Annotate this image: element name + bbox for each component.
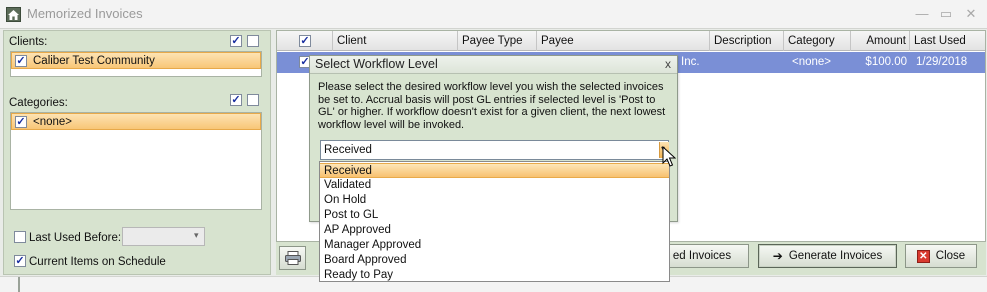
title-bar: Memorized Invoices — ▭ ✕ [0, 0, 987, 29]
chevron-down-icon: ▾ [194, 230, 199, 240]
close-x-icon: ✕ [916, 249, 930, 263]
workflow-level-combobox[interactable]: Received ▾ [320, 140, 669, 160]
clients-label: Clients: [9, 36, 48, 48]
last-used-date-picker[interactable]: ▾ [122, 227, 205, 246]
dropdown-option[interactable]: Board Approved [320, 253, 669, 268]
row-category-cell: <none> [792, 56, 832, 68]
window-title: Memorized Invoices [27, 6, 143, 21]
dialog-title: Select Workflow Level [315, 57, 438, 71]
dropdown-option[interactable]: Validated [320, 178, 669, 193]
header-select-all-checkbox[interactable] [299, 35, 311, 47]
update-invoices-label: ed Invoices [672, 250, 732, 262]
generate-invoices-button[interactable]: ➔ Generate Invoices [758, 244, 897, 268]
app-home-icon [6, 7, 21, 22]
last-used-before-checkbox[interactable] [14, 231, 26, 243]
categories-check-all[interactable] [230, 94, 242, 106]
col-header-client[interactable]: Client [333, 31, 458, 51]
dropdown-option[interactable]: Ready to Pay [320, 268, 669, 283]
row-amount-cell: $100.00 [865, 56, 907, 68]
category-list-item[interactable]: <none> [11, 113, 261, 130]
clients-list[interactable]: Caliber Test Community [10, 51, 262, 77]
col-header-amount[interactable]: Amount [851, 31, 910, 51]
categories-list[interactable]: <none> [10, 112, 262, 210]
dropdown-option[interactable]: On Hold [320, 193, 669, 208]
header-select-cell [277, 31, 333, 51]
dialog-title-bar: Select Workflow Level x [310, 56, 677, 74]
maximize-button[interactable]: ▭ [937, 5, 955, 23]
categories-uncheck-all[interactable] [247, 94, 259, 106]
close-button[interactable]: ✕ Close [905, 244, 977, 268]
category-item-checkbox[interactable] [15, 115, 27, 128]
close-button-label: Close [935, 250, 966, 262]
col-header-description[interactable]: Description [710, 31, 784, 51]
last-used-before-label: Last Used Before: [29, 232, 122, 244]
dropdown-option[interactable]: Manager Approved [320, 238, 669, 253]
mouse-cursor-icon [662, 145, 677, 171]
workflow-level-value: Received [324, 144, 372, 156]
categories-label: Categories: [9, 97, 68, 109]
dropdown-option[interactable]: AP Approved [320, 223, 669, 238]
print-button[interactable] [279, 246, 306, 270]
row-payee-cell: Inc. [681, 56, 700, 68]
dropdown-option[interactable]: Received [320, 163, 669, 178]
clients-check-all[interactable] [230, 35, 242, 47]
client-list-item[interactable]: Caliber Test Community [11, 52, 261, 69]
printer-icon [284, 251, 301, 265]
generate-invoices-label: Generate Invoices [788, 250, 883, 262]
dropdown-option[interactable]: Post to GL [320, 208, 669, 223]
category-item-label: <none> [33, 115, 73, 128]
filter-panel: Clients: Caliber Test Community Categori… [3, 30, 271, 275]
current-items-label: Current Items on Schedule [29, 256, 166, 268]
clients-uncheck-all[interactable] [247, 35, 259, 47]
col-header-last-used[interactable]: Last Used [910, 31, 985, 51]
col-header-payee[interactable]: Payee [537, 31, 710, 51]
client-item-checkbox[interactable] [15, 54, 27, 67]
workflow-level-dropdown: Received Validated On Hold Post to GL AP… [319, 161, 670, 282]
window-close-button[interactable]: ✕ [962, 5, 980, 23]
arrow-right-icon: ➔ [772, 249, 783, 263]
col-header-payee-type[interactable]: Payee Type [458, 31, 537, 51]
row-last-used-cell: 1/29/2018 [916, 56, 968, 68]
dialog-close-button[interactable]: x [661, 56, 675, 72]
dialog-message: Please select the desired workflow level… [318, 81, 666, 131]
current-items-checkbox[interactable] [14, 255, 26, 267]
client-item-label: Caliber Test Community [33, 54, 155, 67]
minimize-button[interactable]: — [913, 5, 931, 23]
col-header-category[interactable]: Category [784, 31, 851, 51]
status-divider [18, 277, 20, 292]
grid-header: Client Payee Type Payee Description Cate… [277, 31, 985, 51]
